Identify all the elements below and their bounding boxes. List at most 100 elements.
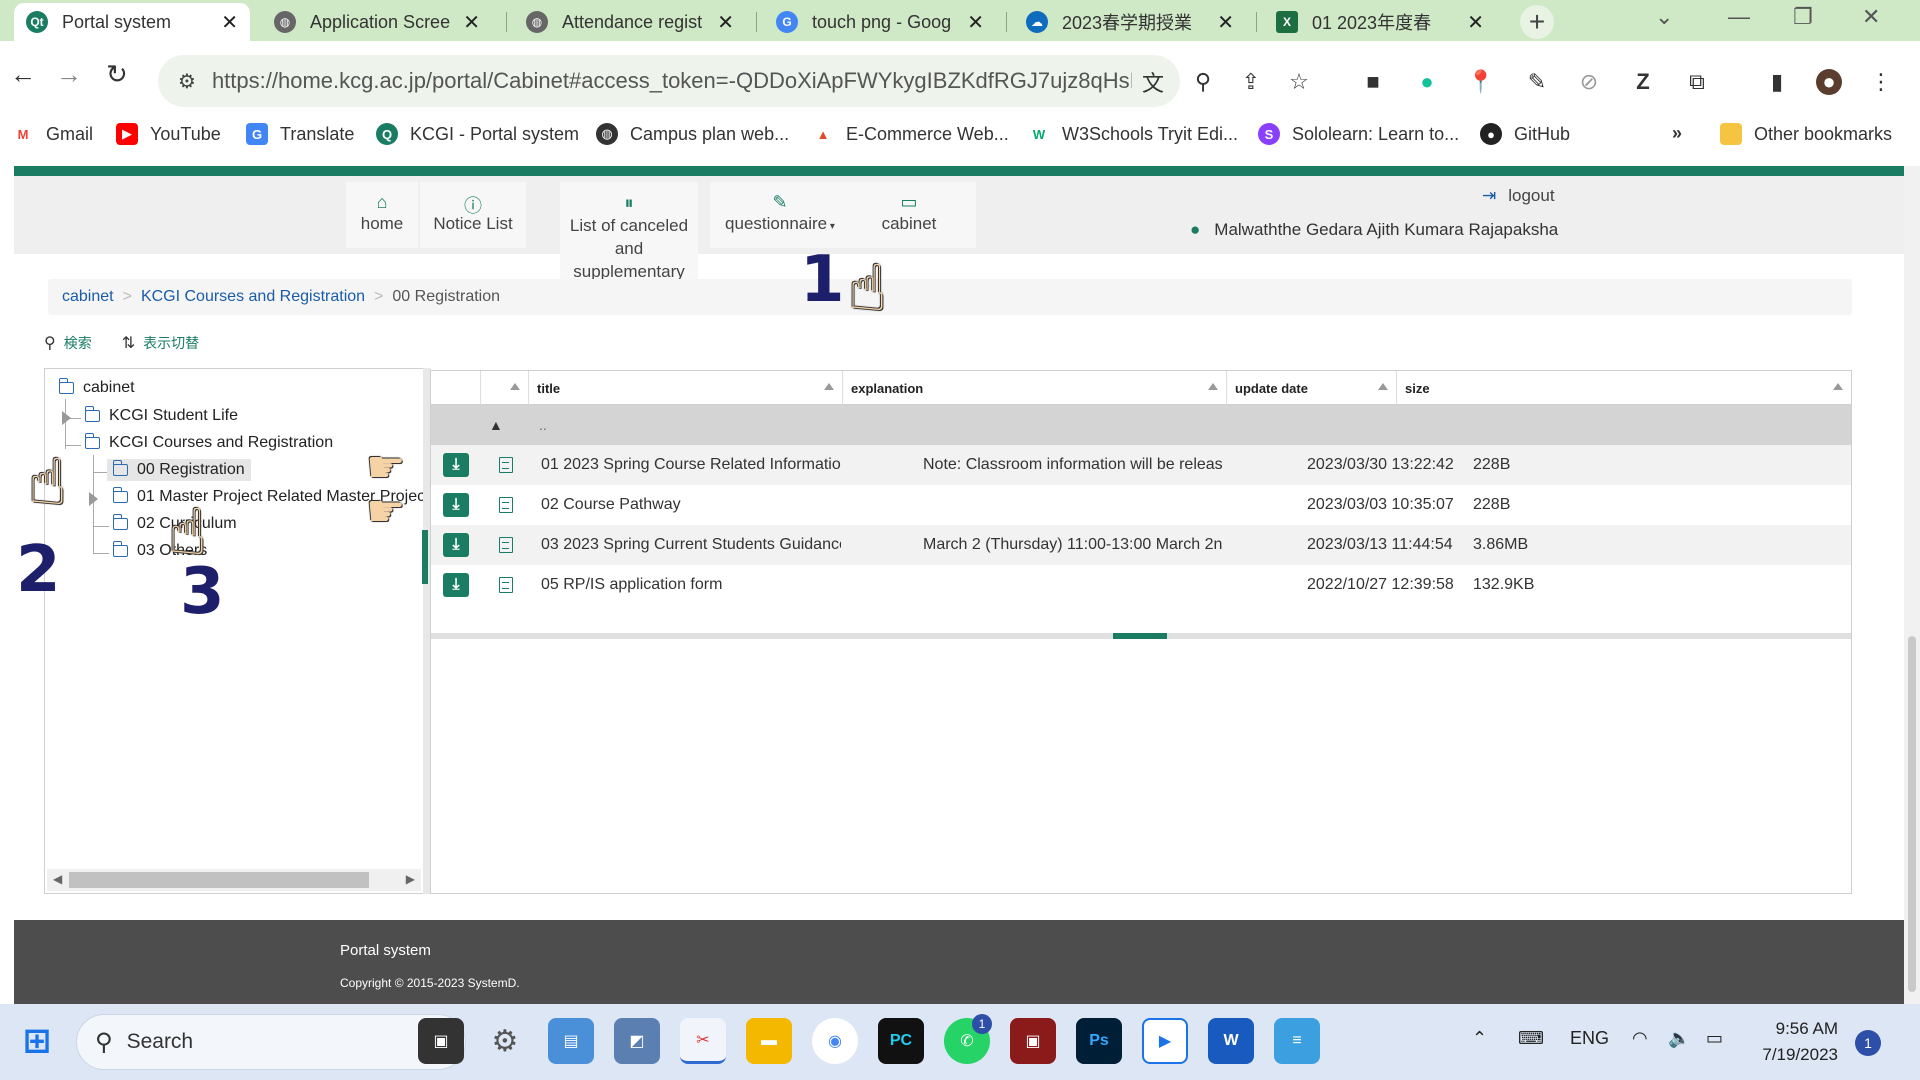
download-icon[interactable]: ⤓ <box>443 493 469 517</box>
tree-item-student-life[interactable]: KCGI Student Life <box>84 406 238 425</box>
close-tab-icon[interactable]: ✕ <box>967 10 984 35</box>
sort-icon-column[interactable] <box>481 371 529 405</box>
page-vertical-scrollbar[interactable] <box>1904 166 1920 1004</box>
bookmark-ecommerce[interactable]: ▲ E-Commerce Web... <box>812 123 1009 145</box>
grammarly-icon[interactable]: ● <box>1414 69 1440 95</box>
back-button[interactable]: ← <box>10 59 36 90</box>
forward-button[interactable]: → <box>56 59 82 90</box>
word-icon[interactable]: W <box>1208 1018 1254 1064</box>
tree-horizontal-scrollbar[interactable]: ◀ ▶ <box>47 869 421 891</box>
sort-arrow-icon[interactable] <box>1208 383 1218 390</box>
taskbar-search-box[interactable]: ⚲ Search <box>76 1014 466 1070</box>
chrome-icon[interactable]: ◉ <box>812 1018 858 1064</box>
language-indicator[interactable]: ENG <box>1570 1028 1609 1049</box>
notepad-icon[interactable]: ≡ <box>1274 1018 1320 1064</box>
sidepanel-icon[interactable]: ▮ <box>1764 69 1790 95</box>
table-row[interactable]: ⤓ 03 2023 Spring Current Students Guidan… <box>431 525 1851 565</box>
pycharm-icon[interactable]: PC <box>878 1018 924 1064</box>
media-app-icon[interactable]: ▣ <box>1010 1018 1056 1064</box>
puzzle-icon[interactable]: ⧉ <box>1684 69 1710 95</box>
bookmark-campus-plan[interactable]: ◍ Campus plan web... <box>596 123 789 145</box>
close-tab-icon[interactable]: ✕ <box>1217 10 1234 35</box>
bookmark-w3schools[interactable]: W W3Schools Tryit Edi... <box>1028 123 1238 145</box>
download-icon[interactable]: ⤓ <box>443 453 469 477</box>
photoshop-icon[interactable]: Ps <box>1076 1018 1122 1064</box>
address-bar[interactable]: ⚙ https://home.kcg.ac.jp/portal/Cabinet#… <box>158 55 1180 107</box>
remote-desktop-icon[interactable]: ▶ <box>1142 1018 1188 1064</box>
sort-arrow-icon[interactable] <box>1378 383 1388 390</box>
grid-resize-handle[interactable] <box>431 633 1851 639</box>
url-text[interactable]: https://home.kcg.ac.jp/portal/Cabinet#ac… <box>212 68 1132 94</box>
windows-start-icon[interactable]: ⊞ <box>14 1018 60 1064</box>
notification-badge[interactable]: 1 <box>1855 1030 1881 1056</box>
location-pin-icon[interactable]: 📍 <box>1467 69 1494 95</box>
tab-excel[interactable]: X 01 2023年度春 ✕ <box>1264 3 1496 41</box>
tab-onedrive[interactable]: ☁ 2023春学期授業 ✕ <box>1014 3 1246 41</box>
scrollbar-thumb[interactable] <box>69 872 369 888</box>
breadcrumb-cabinet[interactable]: cabinet <box>62 288 114 306</box>
toggle-view-button[interactable]: ⇅ 表示切替 <box>122 333 199 353</box>
scroll-right-icon[interactable]: ▶ <box>406 872 415 886</box>
parent-folder-row[interactable]: ▲ .. <box>431 405 1851 445</box>
nav-cabinet[interactable]: ▭ cabinet <box>842 182 976 248</box>
close-window-button[interactable]: ✕ <box>1862 4 1880 30</box>
table-row[interactable]: ⤓ 05 RP/IS application form 2022/10/27 1… <box>431 565 1851 605</box>
tab-google-search[interactable]: G touch png - Goog ✕ <box>764 3 996 41</box>
search-button[interactable]: ⚲ 検索 <box>44 333 92 353</box>
bookmark-sololearn[interactable]: S Sololearn: Learn to... <box>1258 123 1459 145</box>
control-panel-icon[interactable]: ▤ <box>548 1018 594 1064</box>
z-extension-icon[interactable]: Z <box>1630 69 1656 95</box>
extension-icon[interactable]: ■ <box>1360 69 1386 95</box>
site-settings-icon[interactable]: ⚙ <box>178 69 196 94</box>
table-row[interactable]: ⤓ 02 Course Pathway 2023/03/03 10:35:07 … <box>431 485 1851 525</box>
bookmark-translate[interactable]: G Translate <box>246 123 354 145</box>
restore-button[interactable]: ❐ <box>1793 4 1813 30</box>
column-size[interactable]: size <box>1397 371 1851 405</box>
tab-portal-system[interactable]: Qt Portal system ✕ <box>14 3 250 41</box>
tab-application-screen[interactable]: ◍ Application Scree ✕ <box>262 3 492 41</box>
download-icon[interactable]: ⤓ <box>443 573 469 597</box>
sort-arrow-icon[interactable] <box>1833 383 1843 390</box>
expand-arrow-icon[interactable] <box>89 492 98 506</box>
battery-icon[interactable]: ▭ <box>1706 1028 1723 1049</box>
scroll-left-icon[interactable]: ◀ <box>53 872 62 886</box>
minimize-button[interactable]: — <box>1728 4 1750 30</box>
close-tab-icon[interactable]: ✕ <box>1467 10 1484 35</box>
task-view-icon[interactable]: ▣ <box>418 1018 464 1064</box>
bookmark-star-icon[interactable]: ☆ <box>1286 69 1312 95</box>
expand-arrow-icon[interactable] <box>62 411 71 425</box>
column-update-date[interactable]: update date <box>1227 371 1397 405</box>
wifi-icon[interactable]: ◠ <box>1632 1028 1648 1049</box>
eyedropper-icon[interactable]: ✎ <box>1524 69 1550 95</box>
tree-root-cabinet[interactable]: cabinet <box>58 378 135 397</box>
bookmark-kcgi-portal[interactable]: Q KCGI - Portal system <box>376 123 579 145</box>
close-tab-icon[interactable]: ✕ <box>221 10 238 35</box>
bookmark-github[interactable]: ● GitHub <box>1480 123 1570 145</box>
column-title[interactable]: title <box>529 371 843 405</box>
zoom-icon[interactable]: ⚲ <box>1190 69 1216 95</box>
keyboard-icon[interactable]: ⌨ <box>1518 1028 1544 1049</box>
column-explanation[interactable]: explanation <box>843 371 1227 405</box>
system-clock[interactable]: 9:56 AM 7/19/2023 <box>1754 1016 1838 1068</box>
logout-link[interactable]: ⇥ logout <box>1482 186 1555 206</box>
download-icon[interactable]: ⤓ <box>443 533 469 557</box>
compass-icon[interactable]: ⊘ <box>1576 69 1602 95</box>
close-tab-icon[interactable]: ✕ <box>717 10 734 35</box>
menu-icon[interactable]: ⋮ <box>1868 69 1894 95</box>
bookmark-gmail[interactable]: M Gmail <box>12 123 93 145</box>
bookmark-youtube[interactable]: ▶ YouTube <box>116 123 221 145</box>
tree-item-courses-registration[interactable]: KCGI Courses and Registration <box>84 433 333 452</box>
settings-icon[interactable]: ⚙ <box>482 1018 528 1064</box>
tab-search-chevron-icon[interactable]: ⌄ <box>1655 4 1673 30</box>
sort-arrow-icon[interactable] <box>824 383 834 390</box>
tree-item-00-registration[interactable]: 00 Registration <box>107 459 251 481</box>
close-tab-icon[interactable]: ✕ <box>463 10 480 35</box>
table-row[interactable]: ⤓ 01 2023 Spring Course Related Informat… <box>431 445 1851 485</box>
reload-button[interactable]: ↻ <box>106 59 128 90</box>
photos-icon[interactable]: ◩ <box>614 1018 660 1064</box>
nav-questionnaire[interactable]: ✎ questionnaire ▾ <box>710 182 850 248</box>
share-icon[interactable]: ⇪ <box>1238 69 1264 95</box>
show-hidden-icons-icon[interactable]: ⌃ <box>1472 1028 1487 1049</box>
profile-avatar[interactable]: ● <box>1816 69 1842 95</box>
nav-notice-list[interactable]: ⓘ Notice List <box>420 182 526 248</box>
